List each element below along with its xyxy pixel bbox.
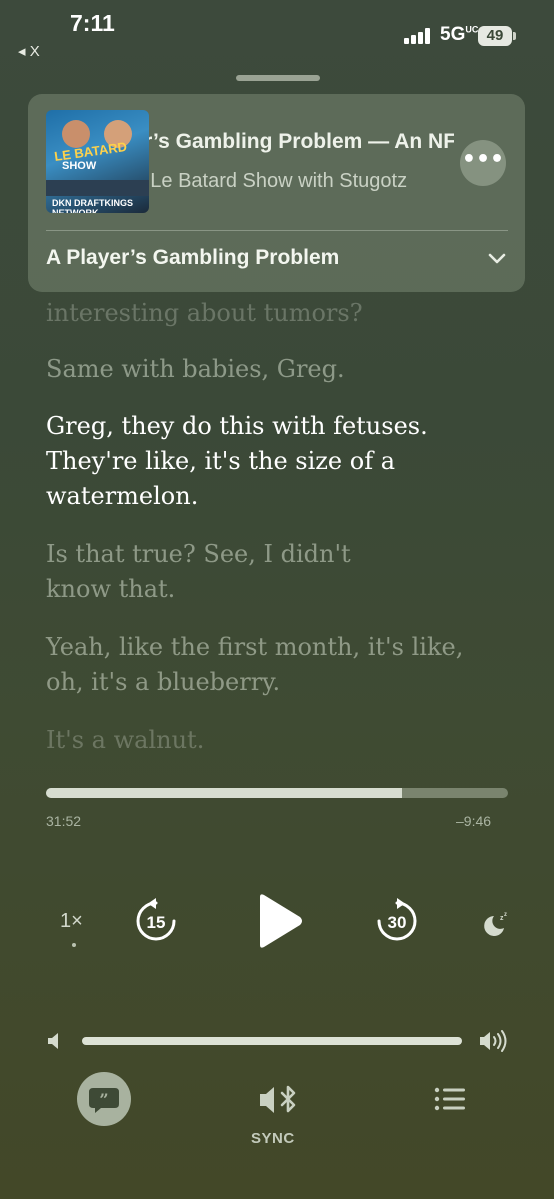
play-icon[interactable] bbox=[254, 893, 304, 949]
sheet-grabber[interactable] bbox=[236, 75, 320, 81]
card-divider bbox=[46, 230, 508, 231]
transcript-line[interactable]: Yeah, like the first month, it's like, o… bbox=[46, 630, 506, 700]
artwork-text-2: SHOW bbox=[62, 160, 97, 172]
volume-high-icon bbox=[480, 1030, 507, 1052]
elapsed-time: 31:52 bbox=[46, 813, 82, 829]
lyrics-quote-icon: ” bbox=[89, 1088, 119, 1113]
volume-low-icon bbox=[48, 1033, 58, 1049]
chevron-down-icon[interactable] bbox=[486, 248, 508, 270]
skip-forward-label: 30 bbox=[388, 913, 407, 932]
remaining-time: –9:46 bbox=[456, 813, 492, 829]
queue-list-icon[interactable] bbox=[434, 1086, 466, 1112]
status-time: 7:11 bbox=[70, 10, 115, 36]
transcript-line[interactable]: Same with babies, Greg. bbox=[46, 352, 516, 387]
more-icon: ••• bbox=[461, 147, 505, 172]
artwork-strip bbox=[46, 180, 149, 196]
playback-speed-button[interactable]: 1× bbox=[60, 910, 83, 933]
svg-text:”: ” bbox=[99, 1090, 108, 1109]
back-to-app-link[interactable]: ◂ X bbox=[18, 42, 40, 60]
transcript-line[interactable]: It's a walnut. bbox=[46, 723, 516, 758]
sleep-timer-icon[interactable]: z z bbox=[482, 910, 510, 938]
skip-forward-30-icon[interactable]: 30 bbox=[374, 898, 420, 944]
chapter-title[interactable]: A Player’s Gambling Problem bbox=[46, 246, 339, 270]
battery-indicator: 49 bbox=[478, 26, 512, 46]
progress-fill bbox=[46, 788, 402, 798]
network-type: 5G bbox=[440, 24, 466, 45]
more-options-button[interactable]: ••• bbox=[460, 140, 506, 186]
show-name: The Dan Le Batard Show with Stugotz bbox=[149, 170, 408, 192]
output-route-label: SYNC bbox=[251, 1130, 295, 1147]
skip-back-label: 15 bbox=[147, 913, 166, 932]
svg-text:z: z bbox=[504, 912, 507, 918]
skip-back-15-icon[interactable]: 15 bbox=[133, 898, 179, 944]
battery-tip bbox=[513, 32, 516, 40]
transcript-line[interactable]: interesting about tumors? bbox=[46, 296, 516, 331]
episode-title: A Player’s Gambling Problem — An NFL bbox=[149, 130, 454, 153]
transcript-line[interactable]: Is that true? See, I didn't know that. bbox=[46, 537, 376, 607]
cellular-signal-icon bbox=[404, 28, 434, 44]
podcast-artwork: LE BATARD SHOW DKN DRAFTKINGS NETWORK bbox=[46, 110, 149, 213]
transcript-line-current[interactable]: Greg, they do this with fetuses. They're… bbox=[46, 409, 476, 514]
speed-indicator-dot bbox=[72, 943, 76, 947]
volume-slider[interactable] bbox=[82, 1037, 462, 1045]
episode-info[interactable]: A Player’s Gambling Problem — An NFL The… bbox=[149, 128, 454, 198]
airplay-bluetooth-icon[interactable] bbox=[258, 1082, 300, 1118]
network-suffix: UC bbox=[465, 24, 479, 35]
network-indicator: 5GUC bbox=[440, 24, 478, 46]
artwork-text-3: DKN DRAFTKINGS NETWORK bbox=[52, 198, 133, 213]
transcript-toggle-button[interactable]: ” bbox=[77, 1072, 131, 1126]
